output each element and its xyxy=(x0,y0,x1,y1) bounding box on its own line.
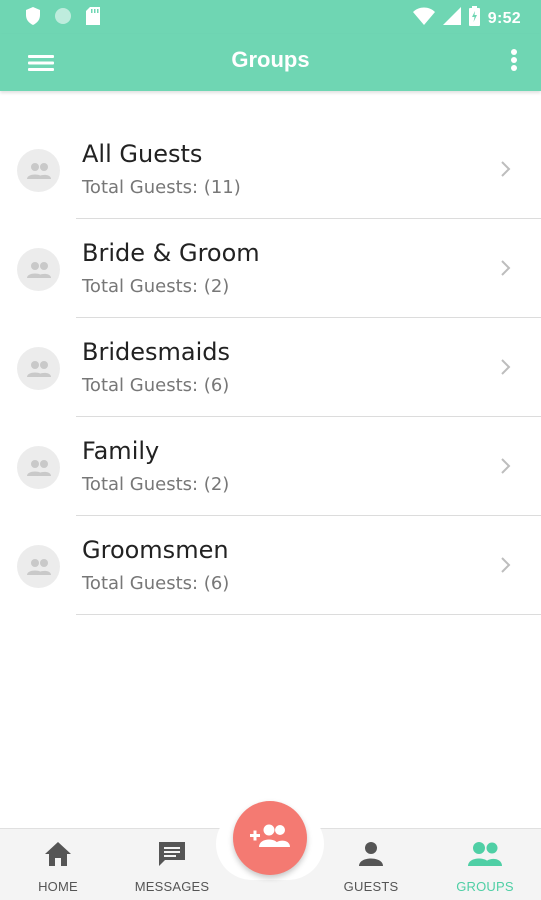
chevron-right-icon xyxy=(499,357,513,377)
add-group-button[interactable] xyxy=(233,801,307,875)
list-item[interactable]: All Guests Total Guests: (11) xyxy=(0,120,541,219)
group-icon xyxy=(17,149,60,192)
list-item[interactable]: Groomsmen Total Guests: (6) xyxy=(0,516,541,615)
more-vertical-icon[interactable] xyxy=(507,46,521,76)
status-bar: 9:52 xyxy=(0,0,541,34)
status-time: 9:52 xyxy=(487,9,521,27)
list-item[interactable]: Family Total Guests: (2) xyxy=(0,417,541,516)
nav-label: HOME xyxy=(38,879,78,894)
page-title: Groups xyxy=(231,47,310,72)
group-count: Total Guests: (6) xyxy=(82,375,230,396)
circle-icon xyxy=(54,7,72,30)
list-item[interactable]: Bride & Groom Total Guests: (2) xyxy=(0,219,541,318)
group-icon xyxy=(17,248,60,291)
group-icon xyxy=(17,446,60,489)
group-count: Total Guests: (2) xyxy=(82,276,230,297)
signal-icon xyxy=(442,7,461,30)
group-name: Family xyxy=(82,437,160,465)
chevron-right-icon xyxy=(499,159,513,179)
groups-icon xyxy=(467,840,503,873)
nav-messages[interactable]: MESSAGES xyxy=(117,829,227,900)
person-icon xyxy=(356,840,386,873)
nav-guests[interactable]: GUESTS xyxy=(316,829,426,900)
list-item[interactable]: Bridesmaids Total Guests: (6) xyxy=(0,318,541,417)
chevron-right-icon xyxy=(499,456,513,476)
group-list: All Guests Total Guests: (11) Bride & Gr… xyxy=(0,120,541,615)
add-group-icon xyxy=(250,823,290,854)
group-name: Bride & Groom xyxy=(82,239,260,267)
group-name: Groomsmen xyxy=(82,536,229,564)
battery-icon xyxy=(468,6,480,31)
nav-label: GROUPS xyxy=(456,879,514,894)
nav-home[interactable]: HOME xyxy=(3,829,113,900)
group-count: Total Guests: (11) xyxy=(82,177,241,198)
home-icon xyxy=(43,840,73,873)
divider xyxy=(76,614,541,615)
group-icon xyxy=(17,545,60,588)
group-icon xyxy=(17,347,60,390)
sd-card-icon xyxy=(86,7,100,30)
shield-icon xyxy=(26,7,40,30)
group-name: All Guests xyxy=(82,140,203,168)
app-bar: Groups xyxy=(0,34,541,91)
chevron-right-icon xyxy=(499,555,513,575)
message-icon xyxy=(157,840,187,873)
group-count: Total Guests: (6) xyxy=(82,573,230,594)
nav-groups[interactable]: GROUPS xyxy=(430,829,540,900)
nav-label: MESSAGES xyxy=(134,879,210,894)
group-count: Total Guests: (2) xyxy=(82,474,230,495)
nav-label: GUESTS xyxy=(343,879,399,894)
chevron-right-icon xyxy=(499,258,513,278)
wifi-icon xyxy=(412,7,435,30)
group-name: Bridesmaids xyxy=(82,338,230,366)
